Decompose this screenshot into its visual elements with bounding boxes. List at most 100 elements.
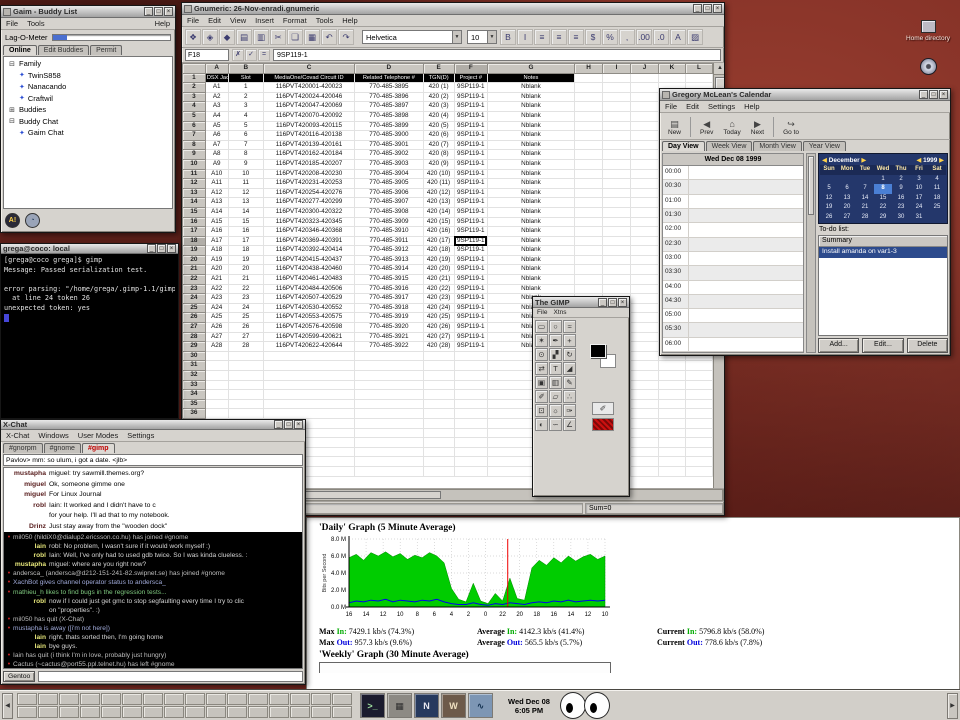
cell-E17[interactable]: 420 (16) [423, 227, 454, 237]
clock-applet[interactable]: Wed Dec 08 6:05 PM [501, 697, 557, 715]
align-center-icon[interactable]: ≡ [551, 29, 567, 45]
task-button[interactable] [332, 706, 352, 718]
cell-B6[interactable]: 5 [228, 121, 263, 131]
cell-A12[interactable]: A11 [205, 179, 228, 189]
cell-G17[interactable]: Nblank [487, 227, 574, 237]
cell-L33[interactable] [685, 380, 712, 390]
cell-J33[interactable] [631, 380, 659, 390]
cell-J35[interactable] [631, 399, 659, 409]
column-header-J[interactable]: J [631, 64, 659, 74]
mini-day-29[interactable]: 29 [874, 213, 892, 223]
blend-tool-icon[interactable]: ▥ [549, 376, 562, 389]
cell-D27[interactable]: 770-485-3920 [355, 323, 423, 333]
cell-B25[interactable]: 24 [228, 303, 263, 313]
cell-C33[interactable] [263, 380, 354, 390]
cell-A21[interactable]: A20 [205, 265, 228, 275]
mini-day-28[interactable]: 28 [856, 213, 874, 223]
cell-K38[interactable] [659, 428, 686, 438]
cell-J11[interactable] [631, 169, 659, 179]
cell-A14[interactable]: A13 [205, 198, 228, 208]
row-header-13[interactable]: 13 [183, 188, 206, 198]
cell-F41[interactable] [454, 457, 487, 467]
cell-E13[interactable]: 420 (12) [423, 188, 454, 198]
row-header-7[interactable]: 7 [183, 131, 206, 141]
cell-F13[interactable]: 9SP119-1 [454, 188, 487, 198]
cell-E36[interactable] [423, 409, 454, 419]
minimize-icon[interactable]: _ [598, 298, 607, 307]
task-button[interactable] [38, 706, 58, 718]
cell-C32[interactable] [263, 371, 354, 381]
minimize-icon[interactable]: _ [919, 90, 928, 99]
cell-J15[interactable] [631, 207, 659, 217]
buddy-item-twins858[interactable]: ✦TwinS858 [4, 70, 172, 82]
cell-I11[interactable] [603, 169, 631, 179]
expander-icon[interactable]: ⊟ [8, 60, 16, 68]
task-button[interactable] [122, 706, 142, 718]
cell-G12[interactable]: Nblank [487, 179, 574, 189]
cell-A22[interactable]: A21 [205, 275, 228, 285]
cell-E7[interactable]: 420 (6) [423, 131, 454, 141]
move-tool-icon[interactable]: + [563, 334, 576, 347]
row-header-5[interactable]: 5 [183, 111, 206, 121]
print-icon[interactable]: ▤ [236, 29, 252, 45]
cell-I12[interactable] [603, 179, 631, 189]
folder-icon[interactable] [921, 20, 936, 33]
cell-H5[interactable] [575, 111, 603, 121]
cell-D6[interactable]: 770-485-3899 [355, 121, 423, 131]
cell-B15[interactable]: 14 [228, 207, 263, 217]
cell-D29[interactable]: 770-485-3922 [355, 342, 423, 352]
cell-B26[interactable]: 25 [228, 313, 263, 323]
mini-day-14[interactable]: 14 [856, 194, 874, 204]
cell-D19[interactable]: 770-485-3912 [355, 246, 423, 256]
font-color-icon[interactable]: A [670, 29, 686, 45]
task-button[interactable] [164, 706, 184, 718]
cell-B18[interactable]: 17 [228, 236, 263, 246]
cell-F22[interactable]: 9SP119-1 [454, 275, 487, 285]
cell-A35[interactable] [205, 399, 228, 409]
task-button[interactable] [311, 706, 331, 718]
row-header-2[interactable]: 2 [183, 83, 206, 93]
aim-icon[interactable]: A! [5, 213, 20, 228]
cell-F8[interactable]: 9SP119-1 [454, 140, 487, 150]
cell-A2[interactable]: A1 [205, 83, 228, 93]
cell-E38[interactable] [423, 428, 454, 438]
cell-D3[interactable]: 770-485-3896 [355, 92, 423, 102]
cell-D18[interactable]: 770-485-3911 [355, 236, 423, 246]
cell-C10[interactable]: 116PVT420185-420207 [263, 159, 354, 169]
cell-F7[interactable]: 9SP119-1 [454, 131, 487, 141]
cell-A34[interactable] [205, 390, 228, 400]
mini-day-4[interactable]: 4 [928, 175, 946, 185]
maximize-icon[interactable]: □ [608, 298, 617, 307]
row-header-12[interactable]: 12 [183, 179, 206, 189]
cell-B5[interactable]: 4 [228, 111, 263, 121]
minimize-icon[interactable]: _ [274, 420, 283, 429]
cell-C20[interactable]: 116PVT420415-420437 [263, 255, 354, 265]
color-swatch-area[interactable] [590, 344, 616, 368]
cell-C14[interactable]: 116PVT420277-420299 [263, 198, 354, 208]
cell-I6[interactable] [603, 121, 631, 131]
cell-G23[interactable]: Nblank [487, 284, 574, 294]
cell-G1[interactable]: Notes [487, 73, 574, 83]
cell-E6[interactable]: 420 (5) [423, 121, 454, 131]
cell-L36[interactable] [685, 409, 712, 419]
cell-B36[interactable] [228, 409, 263, 419]
cell-H2[interactable] [575, 83, 603, 93]
chat-input[interactable] [38, 671, 303, 682]
mini-day-3[interactable]: 3 [910, 175, 928, 185]
cell-I15[interactable] [603, 207, 631, 217]
add-decimal-icon[interactable]: .00 [636, 29, 652, 45]
cell-F35[interactable] [454, 399, 487, 409]
cell-J17[interactable] [631, 227, 659, 237]
column-header-K[interactable]: K [659, 64, 686, 74]
bezier-select-tool-icon[interactable]: ✒ [549, 334, 562, 347]
cell-E1[interactable]: TGN(D) [423, 73, 454, 83]
cell-K1[interactable] [659, 73, 686, 83]
cell-F31[interactable] [454, 361, 487, 371]
cell-J19[interactable] [631, 246, 659, 256]
time-slot-02-00[interactable]: 02:00 [663, 223, 803, 237]
measure-tool-icon[interactable]: ∠ [563, 418, 576, 431]
mini-day-13[interactable]: 13 [838, 194, 856, 204]
cell-E39[interactable] [423, 438, 454, 448]
cell-G3[interactable]: Nblank [487, 92, 574, 102]
cell-B27[interactable]: 26 [228, 323, 263, 333]
